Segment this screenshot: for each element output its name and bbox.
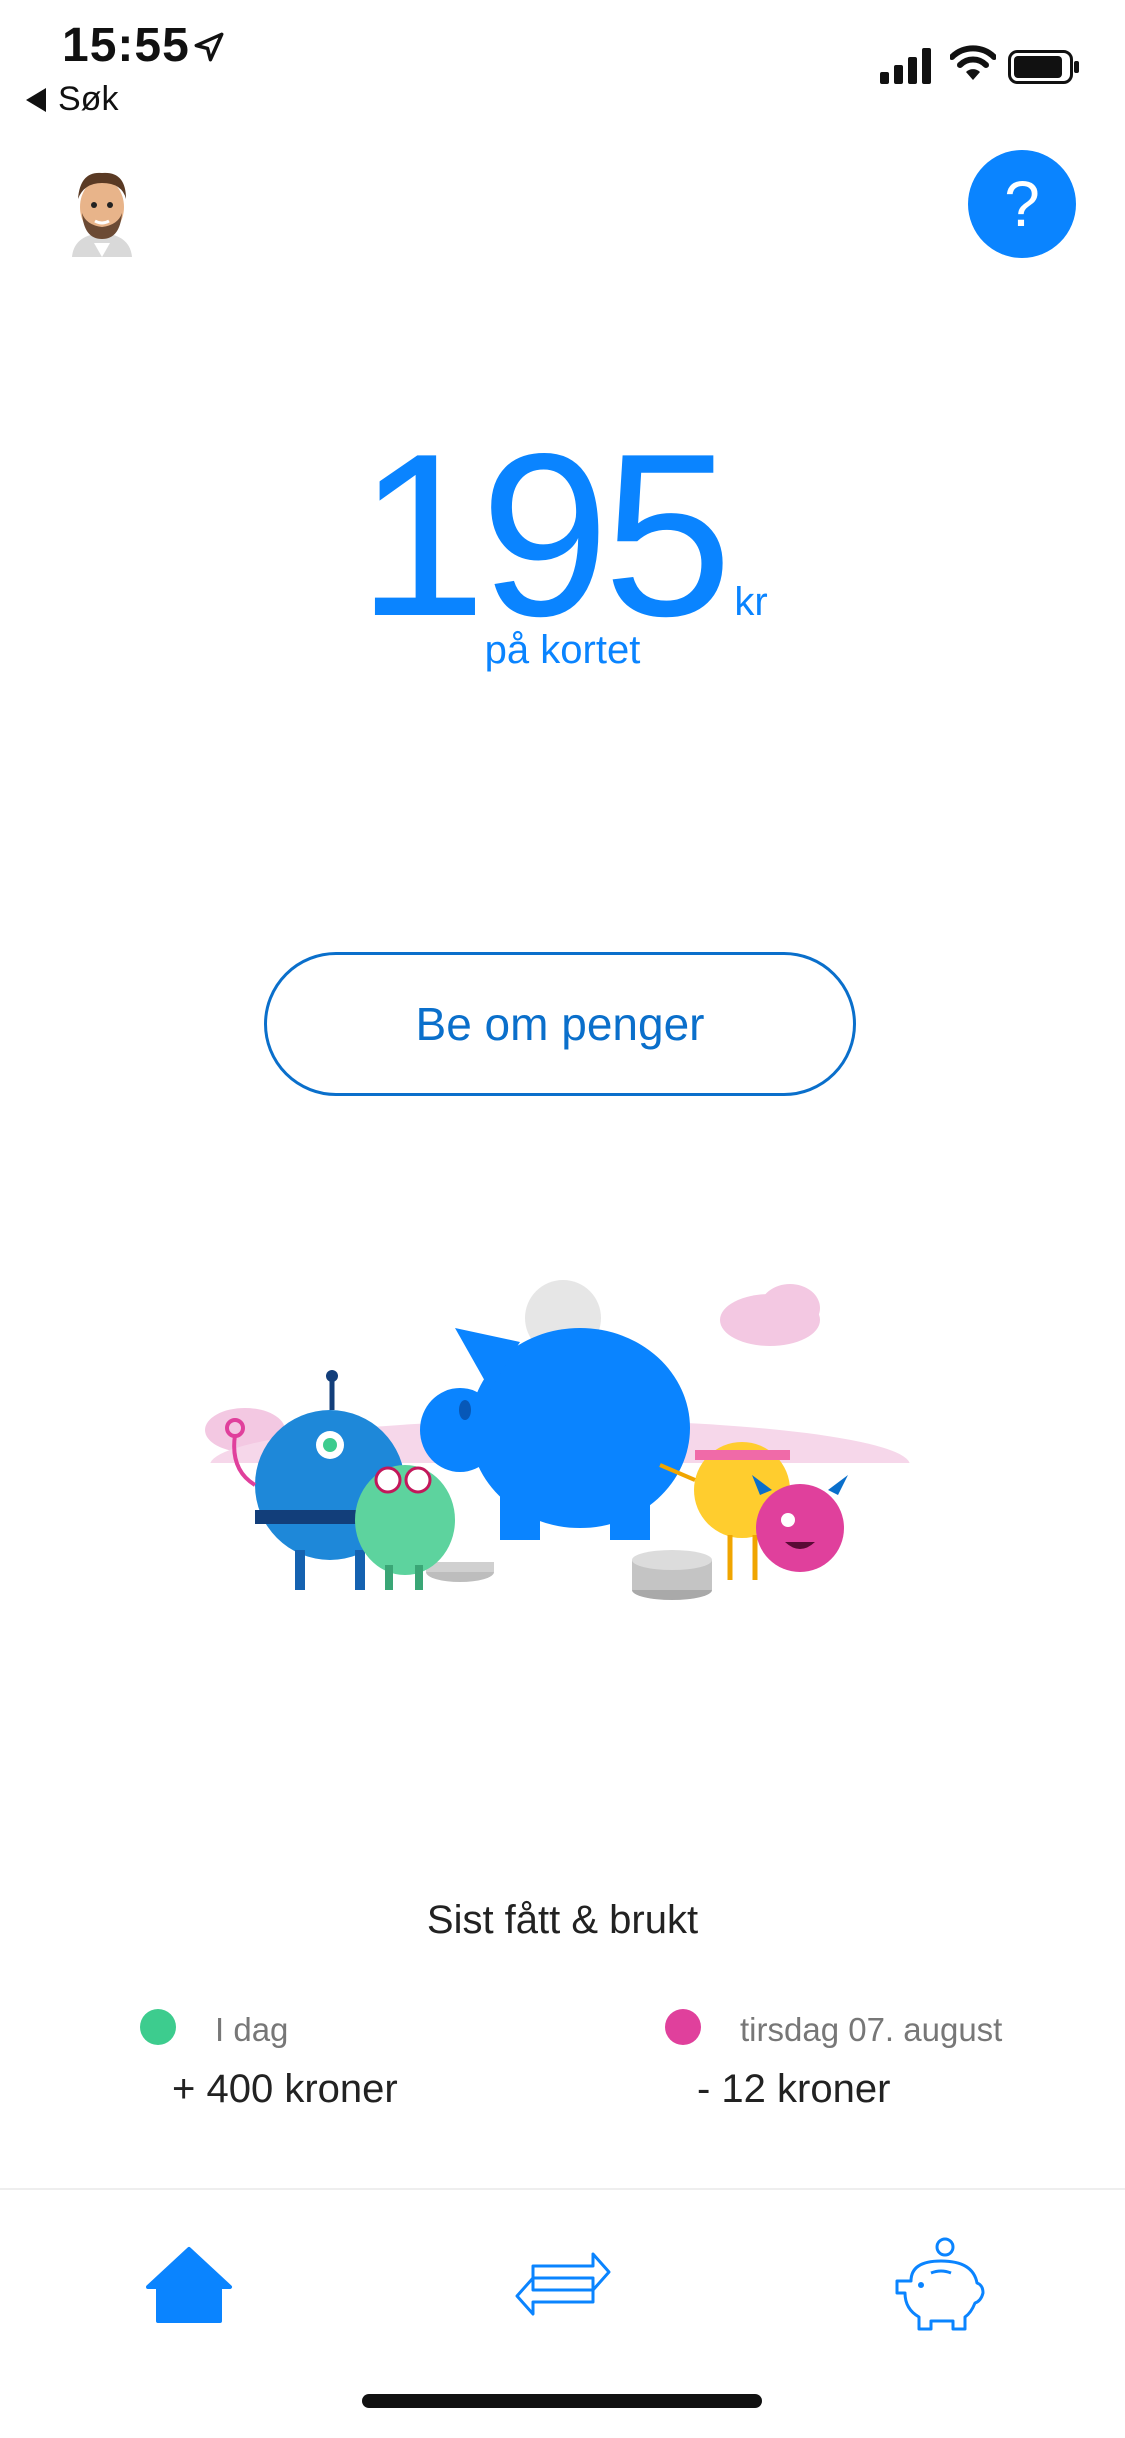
help-button[interactable]: ? — [968, 150, 1076, 258]
location-arrow-icon — [194, 32, 224, 62]
tab-transfers[interactable] — [508, 2230, 618, 2340]
transaction-date: tirsdag 07. august — [740, 2011, 1003, 2048]
back-label: Søk — [58, 80, 119, 118]
back-to-search-link[interactable]: Søk — [26, 80, 118, 119]
balance-unit: kr — [734, 580, 768, 624]
home-icon — [146, 2247, 232, 2323]
balance-label: på kortet — [484, 628, 641, 672]
transaction-amount: - 12 kroner — [697, 2067, 891, 2111]
back-caret-icon — [26, 87, 46, 112]
transaction-date: I dag — [215, 2011, 289, 2048]
wifi-icon — [950, 45, 996, 80]
battery-icon — [1008, 50, 1079, 84]
tab-savings[interactable] — [886, 2230, 996, 2340]
request-money-button[interactable]: Be om penger — [264, 952, 856, 1096]
tab-home[interactable] — [134, 2230, 244, 2340]
cellular-signal-icon — [880, 48, 931, 84]
piggy-bank-monsters-illustration — [160, 1280, 960, 1620]
transfer-arrows-icon — [515, 2252, 611, 2316]
expense-dot-icon — [665, 2009, 701, 2045]
balance-display: 195 kr — [0, 420, 1125, 652]
transaction-amount: + 400 kroner — [172, 2067, 398, 2111]
income-dot-icon — [140, 2009, 176, 2045]
balance-amount: 195 — [357, 406, 732, 665]
profile-avatar[interactable] — [64, 165, 140, 257]
status-bar: 15:55 Søk — [0, 0, 1125, 130]
home-indicator[interactable] — [362, 2394, 762, 2408]
recent-activity-title: Sist fått & brukt — [426, 1898, 699, 1942]
transaction-item-today[interactable]: I dag + 400 kroner — [140, 2005, 520, 2125]
piggy-bank-icon — [895, 2237, 985, 2331]
transaction-item-tuesday[interactable]: tirsdag 07. august - 12 kroner — [665, 2005, 1065, 2125]
status-time: 15:55 — [62, 19, 190, 72]
